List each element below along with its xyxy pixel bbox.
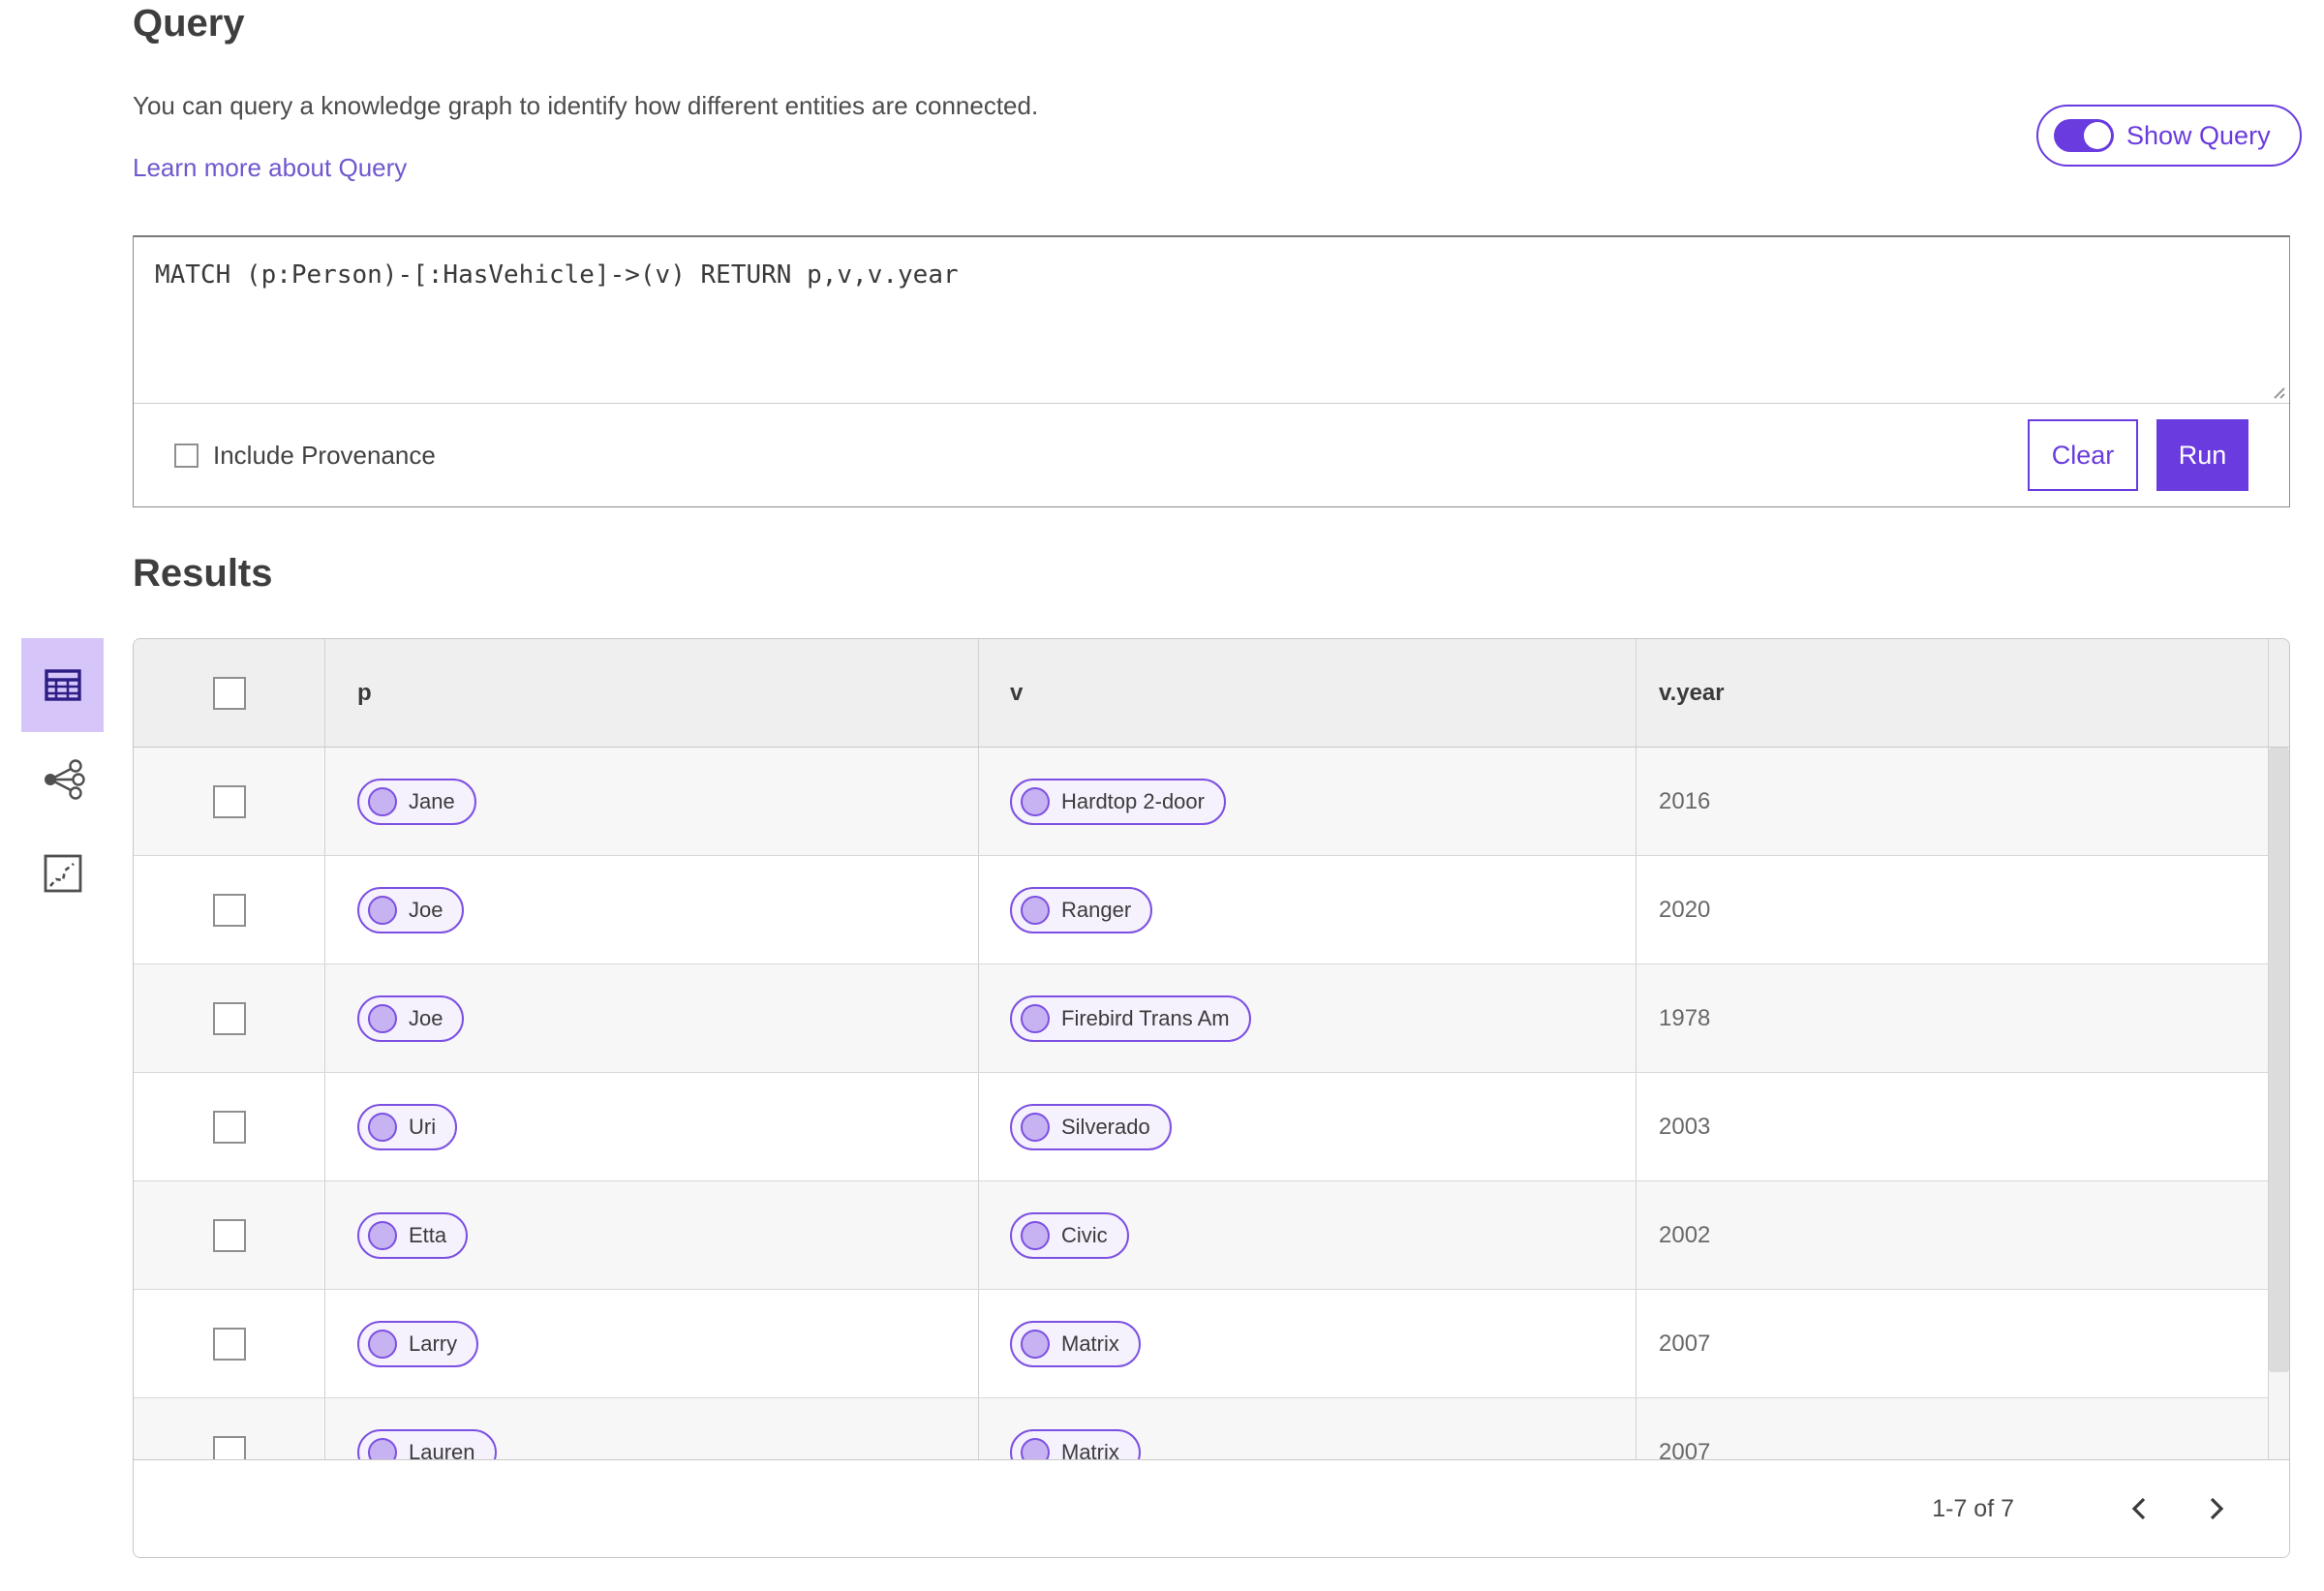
chevron-right-icon [2210,1497,2224,1520]
table-pagination: 1-7 of 7 [134,1459,2289,1557]
table-view-button[interactable] [21,638,104,732]
row-checkbox[interactable] [212,1001,246,1035]
map-view-button[interactable] [21,826,104,920]
query-page: Query You can query a knowledge graph to… [0,0,2324,1591]
column-header-p[interactable]: p [325,639,979,747]
node-icon [1021,786,1050,816]
node-icon [368,895,397,925]
include-provenance-label: Include Provenance [213,440,436,470]
vehicle-entity-chip[interactable]: Firebird Trans Am [1010,994,1251,1042]
node-icon [1021,1329,1050,1359]
chevron-left-icon [2131,1497,2146,1520]
vehicle-entity-chip[interactable]: Silverado [1010,1103,1172,1150]
select-all-checkbox[interactable] [212,676,246,710]
page-description: You can query a knowledge graph to ident… [133,91,1039,120]
vehicle-entity-chip[interactable]: Civic [1010,1211,1129,1259]
chip-label: Matrix [1061,1331,1119,1356]
chip-label: Firebird Trans Am [1061,1005,1230,1030]
node-icon [368,1329,397,1359]
chip-label: Jane [409,788,455,813]
row-checkbox[interactable] [212,784,246,818]
table-row: Joe Firebird Trans Am 1978 [134,964,2289,1073]
vehicle-entity-chip[interactable]: Ranger [1010,886,1153,933]
table-row: Larry Matrix 2007 [134,1290,2289,1398]
chip-label: Etta [409,1222,447,1247]
table-header: p v v.year [134,639,2289,748]
toggle-switch-icon[interactable] [2054,119,2114,152]
pagination-range: 1-7 of 7 [1932,1494,2014,1522]
vehicle-entity-chip[interactable]: Matrix [1010,1320,1141,1367]
table-row: Joe Ranger 2020 [134,856,2289,964]
toggle-knob [2084,122,2111,149]
year-cell: 2002 [1636,1181,2269,1289]
node-icon [1021,895,1050,925]
chip-label: Silverado [1061,1114,1150,1139]
page-title: Query [133,2,245,45]
query-actions: Clear Run [2028,419,2248,491]
row-checkbox[interactable] [212,893,246,927]
show-query-toggle[interactable]: Show Query [2036,105,2302,167]
query-text[interactable]: MATCH (p:Person)-[:HasVehicle]->(v) RETU… [155,260,2268,290]
map-route-icon [44,854,81,892]
person-entity-chip[interactable]: Etta [357,1211,469,1259]
year-cell: 2007 [1636,1290,2269,1397]
resize-handle-icon[interactable] [2269,382,2286,400]
person-entity-chip[interactable]: Joe [357,886,465,933]
person-entity-chip[interactable]: Larry [357,1320,479,1367]
person-entity-chip[interactable]: Joe [357,994,465,1042]
chip-label: Civic [1061,1222,1108,1247]
column-header-v[interactable]: v [979,639,1636,747]
column-header-v-year[interactable]: v.year [1636,639,2269,747]
scrollbar-header-filler [2269,639,2289,747]
year-cell: 2016 [1636,748,2269,855]
chip-label: Larry [409,1331,458,1356]
clear-button[interactable]: Clear [2028,419,2138,491]
year-cell: 2003 [1636,1073,2269,1180]
row-checkbox[interactable] [212,1218,246,1252]
person-entity-chip[interactable]: Jane [357,778,476,825]
chip-label: Ranger [1061,897,1132,922]
table-row: Jane Hardtop 2-door 2016 [134,748,2289,856]
chip-label: Uri [409,1114,437,1139]
row-checkbox[interactable] [212,1110,246,1144]
query-panel-footer: Include Provenance Clear Run [134,404,2289,506]
table-row: Uri Silverado 2003 [134,1073,2289,1181]
scrollbar-thumb[interactable] [2269,748,2289,1372]
vertical-scrollbar[interactable] [2269,748,2289,1459]
vehicle-entity-chip[interactable]: Hardtop 2-door [1010,778,1226,825]
network-icon [44,758,85,800]
node-icon [368,786,397,816]
show-query-label: Show Query [2126,120,2271,150]
results-title: Results [133,552,273,595]
table-icon [44,669,81,701]
query-panel: MATCH (p:Person)-[:HasVehicle]->(v) RETU… [133,235,2290,507]
pagination-next-button[interactable] [2194,1486,2239,1531]
results-table: p v v.year Jane Hardtop 2-door 2016 Joe … [133,638,2290,1558]
query-editor[interactable]: MATCH (p:Person)-[:HasVehicle]->(v) RETU… [134,237,2289,404]
chip-label: Joe [409,897,443,922]
node-icon [1021,1112,1050,1142]
node-icon [1021,1003,1050,1033]
year-cell: 2020 [1636,856,2269,964]
table-row: Etta Civic 2002 [134,1181,2289,1290]
person-entity-chip[interactable]: Uri [357,1103,458,1150]
chip-label: Joe [409,1005,443,1030]
node-icon [368,1003,397,1033]
year-cell: 1978 [1636,964,2269,1072]
node-icon [368,1220,397,1250]
results-view-switcher [21,638,104,920]
run-button[interactable]: Run [2156,419,2248,491]
learn-more-link[interactable]: Learn more about Query [133,153,407,183]
node-icon [1021,1220,1050,1250]
chip-label: Hardtop 2-door [1061,788,1205,813]
pagination-prev-button[interactable] [2117,1486,2161,1531]
table-body: Jane Hardtop 2-door 2016 Joe Ranger 2020… [134,748,2289,1507]
row-checkbox[interactable] [212,1327,246,1361]
include-provenance-checkbox[interactable] [174,443,199,468]
graph-view-button[interactable] [21,732,104,826]
node-icon [368,1112,397,1142]
